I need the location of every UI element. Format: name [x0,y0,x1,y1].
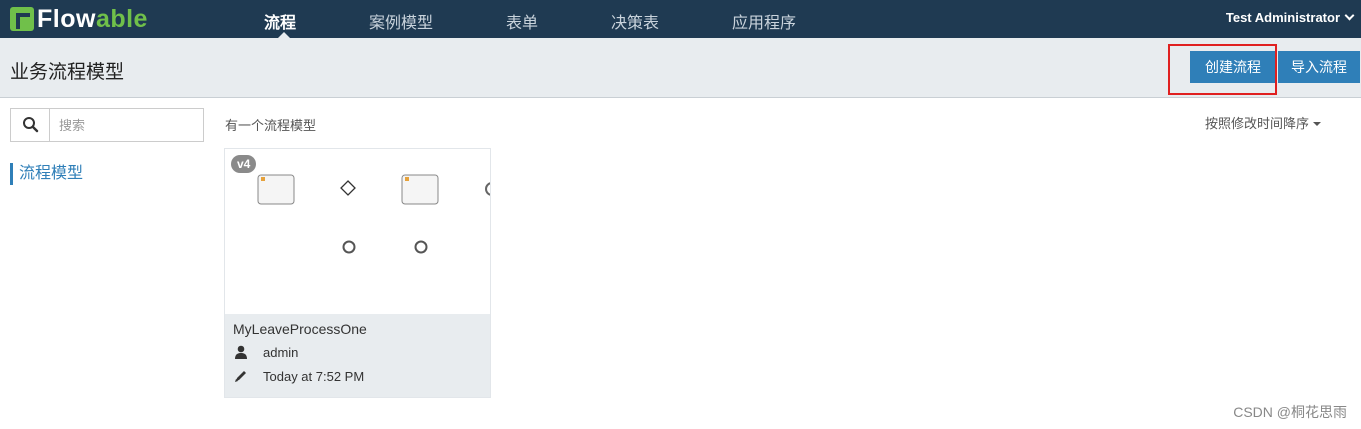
logo-text: Flowable [37,5,148,34]
version-badge: v4 [231,155,257,173]
model-card-info: MyLeaveProcessOne admin Today at 7:52 PM [225,314,490,397]
user-name: Test Administrator [1225,10,1340,25]
search-box [10,108,204,142]
search-button[interactable] [11,109,50,141]
logo-text-b: able [95,4,148,33]
page-title: 业务流程模型 [10,62,125,83]
sort-label: 按照修改时间降序 [1204,116,1309,131]
user-menu[interactable]: Test Administrator [1225,10,1355,25]
model-modified: Today at 7:52 PM [263,368,365,384]
model-owner-row: admin [233,344,298,360]
pencil-icon [235,371,246,382]
sort-dropdown[interactable]: 按照修改时间降序 [1205,113,1321,132]
flowable-logo-icon [10,7,34,31]
nav-item-case-models[interactable]: 案例模型 [369,9,433,33]
nav-item-forms[interactable]: 表单 [506,9,538,33]
top-navbar: Flowable 流程 案例模型 表单 决策表 应用程序 Test Admini… [0,0,1361,38]
flowable-logo[interactable]: Flowable [10,5,148,33]
logo-text-a: Flow [37,4,96,33]
model-owner: admin [263,344,299,360]
model-modified-row: Today at 7:52 PM [233,368,364,384]
nav-item-decision-tables[interactable]: 决策表 [611,9,659,33]
caret-down-icon [1313,122,1321,126]
nav-item-apps[interactable]: 应用程序 [732,9,796,33]
model-name: MyLeaveProcessOne [233,321,367,337]
nav-item-process[interactable]: 流程 [264,9,296,33]
sidebar-item-process-models[interactable]: 流程模型 [10,163,83,185]
model-thumbnail[interactable]: v4 [225,149,490,314]
process-diagram-preview [257,174,490,254]
page-header: 业务流程模型 创建流程 导入流程 [0,38,1361,98]
search-icon [23,117,39,133]
search-input[interactable] [51,109,203,141]
user-icon [235,345,247,359]
model-count-text: 有一个流程模型 [225,118,317,133]
model-card[interactable]: v4 MyLeaveProcessOne admin Today at 7:52… [224,148,491,398]
chevron-down-icon [1344,10,1355,21]
import-process-button[interactable]: 导入流程 [1278,51,1360,83]
create-process-button[interactable]: 创建流程 [1190,51,1276,83]
watermark: CSDN @桐花思雨 [1233,404,1347,420]
